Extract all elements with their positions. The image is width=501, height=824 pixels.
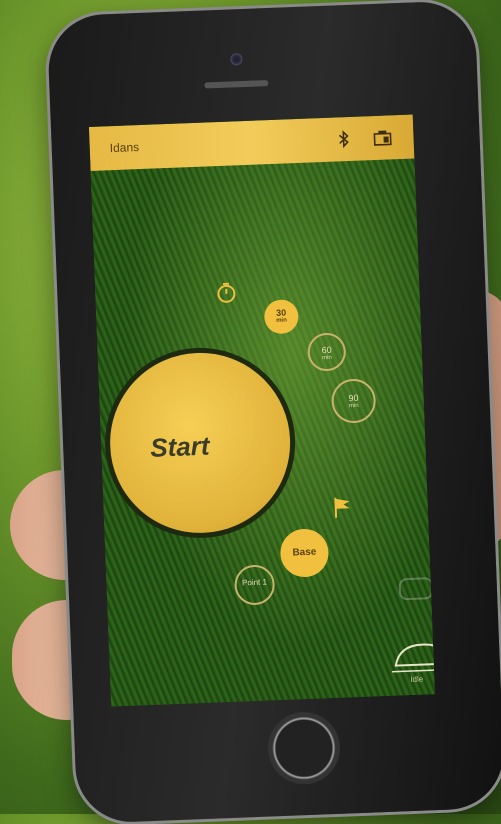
timer-30-unit: min [264, 317, 298, 324]
mower-name: Idans [109, 140, 139, 155]
settings-icon[interactable] [398, 577, 433, 600]
flag-icon [331, 495, 354, 520]
point-1-button[interactable]: Point 1 [234, 564, 276, 606]
timer-90-unit: min [334, 402, 374, 410]
timer-90-button[interactable]: 90 min [331, 378, 377, 424]
timer-60-unit: min [310, 354, 344, 361]
mower-icon[interactable] [387, 633, 435, 676]
timer-60-value: 60 [321, 345, 331, 355]
front-camera [230, 53, 242, 65]
timer-icon [215, 281, 238, 304]
timer-60-button[interactable]: 60 min [307, 332, 346, 371]
base-button[interactable]: Base [280, 528, 330, 578]
status-label: Idle [410, 675, 423, 684]
top-bar: Idans [89, 115, 414, 171]
timer-30-button[interactable]: 30 min [264, 299, 299, 334]
base-label: Base [292, 547, 316, 559]
earpiece-speaker [204, 80, 268, 88]
home-button[interactable] [267, 711, 342, 786]
point-1-label: Point 1 [242, 577, 267, 587]
battery-icon[interactable] [372, 127, 393, 148]
phone: Idans 30 min 60 min 90 min [47, 0, 501, 824]
timer-30-value: 30 [276, 308, 286, 318]
start-label: Start [150, 431, 210, 464]
timer-90-value: 90 [348, 393, 358, 403]
start-button[interactable]: Start [102, 344, 299, 541]
bluetooth-icon[interactable] [333, 129, 354, 150]
app-screen: Idans 30 min 60 min 90 min [89, 115, 435, 707]
